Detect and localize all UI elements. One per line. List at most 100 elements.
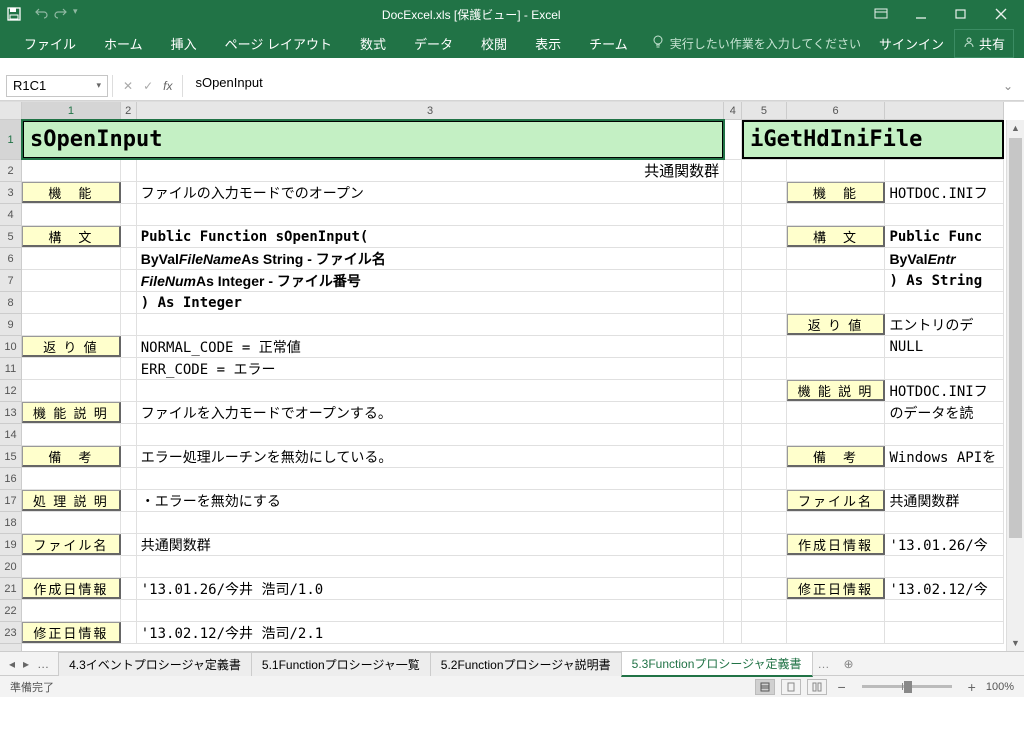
sheet-tab[interactable]: 5.2Functionプロシージャ説明書 xyxy=(430,652,622,676)
view-normal-icon[interactable] xyxy=(755,679,775,695)
row-header[interactable]: 1 xyxy=(0,120,21,160)
cell[interactable]: '13.02.12/今井 浩司/2.1 xyxy=(137,622,724,643)
formula-expand-icon[interactable]: ⌄ xyxy=(998,79,1018,93)
row-header[interactable]: 10 xyxy=(0,336,21,358)
enter-icon[interactable]: ✓ xyxy=(143,79,153,93)
fx-icon[interactable]: fx xyxy=(163,79,172,93)
row-header[interactable]: 11 xyxy=(0,358,21,380)
grid[interactable]: sOpenInput iGetHdIniFile 共通関数群 機 能 ファイルの… xyxy=(22,120,1004,651)
cell-title-right[interactable]: iGetHdIniFile xyxy=(742,120,1004,159)
label-syntax-r[interactable]: 構 文 xyxy=(787,226,886,247)
label-return[interactable]: 返 り 値 xyxy=(22,336,121,357)
label-filename[interactable]: ファイル名 xyxy=(22,534,121,555)
tab-team[interactable]: チーム xyxy=(575,28,642,59)
tab-formulas[interactable]: 数式 xyxy=(346,28,400,59)
row-header[interactable]: 17 xyxy=(0,490,21,512)
cell[interactable]: HOTDOC.INIフ xyxy=(885,380,1004,401)
row-header[interactable]: 16 xyxy=(0,468,21,490)
row-header[interactable]: 19 xyxy=(0,534,21,556)
row-header[interactable]: 2 xyxy=(0,160,21,182)
label-modified[interactable]: 修正日情報 xyxy=(22,622,121,643)
col-header[interactable]: 5 xyxy=(742,102,786,119)
cell[interactable]: ファイルを入力モードでオープンする。 xyxy=(137,402,724,423)
row-header[interactable]: 6 xyxy=(0,248,21,270)
tab-home[interactable]: ホーム xyxy=(90,28,157,59)
label-filename-r[interactable]: ファイル名 xyxy=(787,490,886,511)
new-sheet-icon[interactable]: ⊕ xyxy=(836,657,862,671)
row-header[interactable]: 23 xyxy=(0,622,21,644)
row-header[interactable]: 3 xyxy=(0,182,21,204)
cell[interactable]: 共通関数群 xyxy=(137,534,724,555)
cell[interactable]: NULL xyxy=(885,336,1004,357)
tab-file[interactable]: ファイル xyxy=(10,28,90,59)
tab-nav-more-icon[interactable]: … xyxy=(812,657,836,671)
zoom-thumb[interactable] xyxy=(904,681,912,693)
row-header[interactable]: 9 xyxy=(0,314,21,336)
view-page-break-icon[interactable] xyxy=(807,679,827,695)
row-header[interactable]: 5 xyxy=(0,226,21,248)
cell[interactable]: NORMAL_CODE = 正常値 xyxy=(137,336,724,357)
cell[interactable] xyxy=(724,120,742,159)
cell[interactable]: ByVal FileName As String - ファイル名 xyxy=(137,248,724,269)
cell[interactable]: '13.01.26/今 xyxy=(885,534,1004,555)
cell[interactable]: Public Function sOpenInput( xyxy=(137,226,724,247)
cell[interactable]: 共通関数群 xyxy=(885,490,1004,511)
label-created[interactable]: 作成日情報 xyxy=(22,578,121,599)
row-header[interactable]: 12 xyxy=(0,380,21,402)
undo-icon[interactable] xyxy=(34,6,50,23)
row-header[interactable]: 15 xyxy=(0,446,21,468)
label-process[interactable]: 処 理 説 明 xyxy=(22,490,121,511)
col-header[interactable]: 1 xyxy=(22,102,121,119)
close-button[interactable] xyxy=(982,1,1020,27)
label-syntax[interactable]: 構 文 xyxy=(22,226,121,247)
maximize-button[interactable] xyxy=(942,1,980,27)
sheet-tab[interactable]: 5.1Functionプロシージャ一覧 xyxy=(251,652,431,676)
label-modified-r[interactable]: 修正日情報 xyxy=(787,578,886,599)
chevron-down-icon[interactable]: ▾ xyxy=(96,80,101,91)
label-created-r[interactable]: 作成日情報 xyxy=(787,534,886,555)
row-header[interactable]: 21 xyxy=(0,578,21,600)
cell[interactable]: '13.02.12/今 xyxy=(885,578,1004,599)
zoom-in-icon[interactable]: + xyxy=(964,679,980,695)
name-box[interactable]: R1C1 ▾ xyxy=(6,75,108,97)
scrollbar-thumb[interactable] xyxy=(1009,138,1022,538)
share-button[interactable]: 共有 xyxy=(954,29,1014,58)
tab-insert[interactable]: 挿入 xyxy=(157,28,211,59)
tab-nav-prev-icon[interactable]: ▸ xyxy=(20,657,32,671)
tab-data[interactable]: データ xyxy=(400,28,467,59)
cell[interactable]: 共通関数群 xyxy=(137,160,724,181)
cell-title-left[interactable]: sOpenInput xyxy=(22,120,724,159)
tell-me-search[interactable]: 実行したい作業を入力してください xyxy=(652,35,861,52)
vertical-scrollbar[interactable]: ▲ ▼ xyxy=(1006,120,1024,651)
formula-input[interactable]: sOpenInput xyxy=(187,75,994,97)
row-header[interactable]: 13 xyxy=(0,402,21,424)
signin-link[interactable]: サインイン xyxy=(879,34,944,53)
row-header[interactable]: 20 xyxy=(0,556,21,578)
col-header[interactable]: 4 xyxy=(724,102,742,119)
cell[interactable]: FileNum As Integer - ファイル番号 xyxy=(137,270,724,291)
cell[interactable]: Public Func xyxy=(885,226,1004,247)
row-header[interactable]: 7 xyxy=(0,270,21,292)
col-header[interactable]: 2 xyxy=(121,102,137,119)
tab-view[interactable]: 表示 xyxy=(521,28,575,59)
col-header[interactable]: 3 xyxy=(137,102,725,119)
cell[interactable]: ) As Integer xyxy=(137,292,724,313)
tab-nav-more-icon[interactable]: … xyxy=(34,657,52,671)
row-header[interactable]: 4 xyxy=(0,204,21,226)
redo-icon[interactable] xyxy=(52,6,68,23)
ribbon-display-icon[interactable] xyxy=(862,1,900,27)
row-header[interactable]: 22 xyxy=(0,600,21,622)
cell[interactable]: エントリのデ xyxy=(885,314,1004,335)
cell[interactable]: '13.01.26/今井 浩司/1.0 xyxy=(137,578,724,599)
view-page-layout-icon[interactable] xyxy=(781,679,801,695)
col-header[interactable] xyxy=(885,102,1004,119)
label-kinou[interactable]: 機 能 xyxy=(22,182,121,203)
scroll-up-icon[interactable]: ▲ xyxy=(1007,120,1024,136)
row-header[interactable]: 8 xyxy=(0,292,21,314)
cell[interactable]: ByVal Entr xyxy=(885,248,1004,269)
zoom-out-icon[interactable]: − xyxy=(833,679,849,695)
col-header[interactable]: 6 xyxy=(787,102,886,119)
tab-page-layout[interactable]: ページ レイアウト xyxy=(211,28,346,59)
cell[interactable]: HOTDOC.INIフ xyxy=(885,182,1004,203)
tab-nav-first-icon[interactable]: ◂ xyxy=(6,657,18,671)
